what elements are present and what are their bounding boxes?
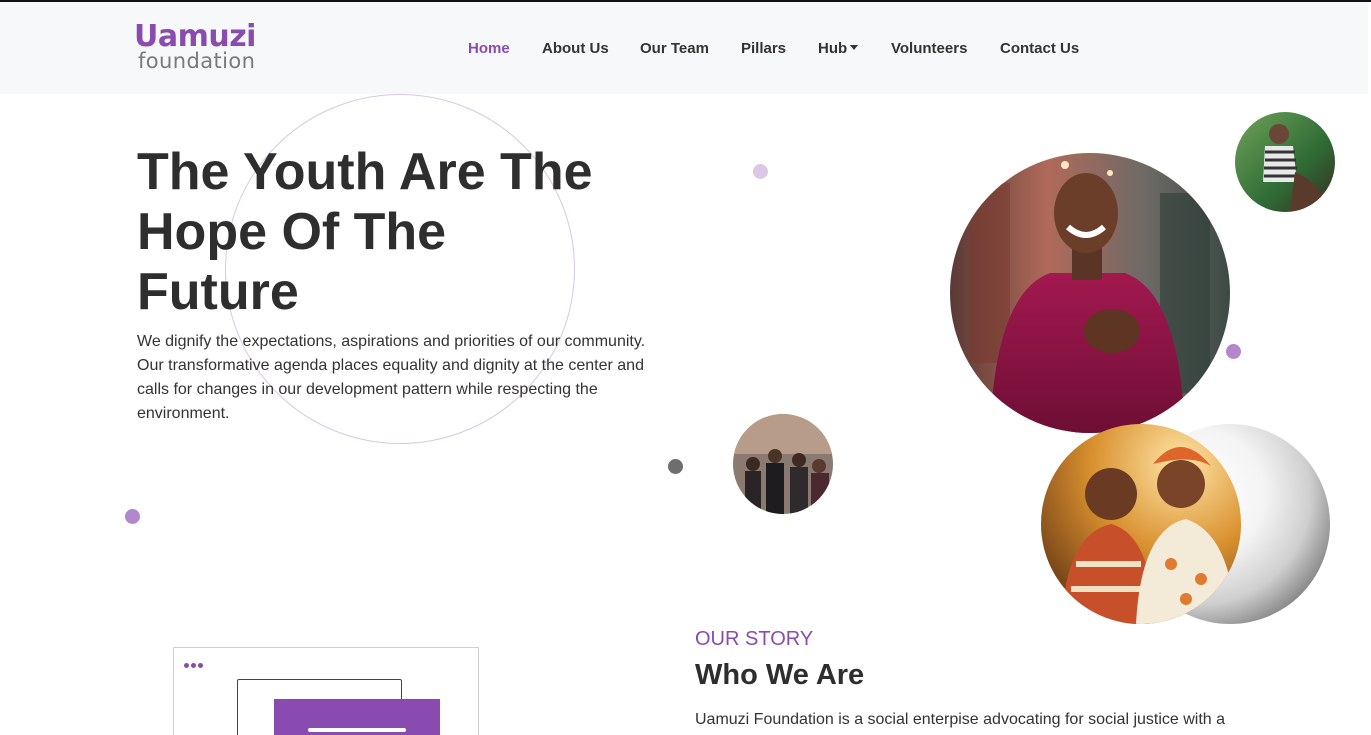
nav-about-us[interactable]: About Us	[542, 40, 609, 57]
window-dots-icon	[184, 655, 205, 673]
decorative-dot	[753, 164, 768, 179]
story-description: Uamuzi Foundation is a social enterpise …	[695, 711, 1226, 728]
nav-volunteers[interactable]: Volunteers	[891, 40, 967, 57]
illustration-line	[308, 728, 406, 732]
hero-description: We dignify the expectations, aspirations…	[137, 333, 646, 422]
smiling-man-photo	[950, 153, 1230, 433]
child-photo	[1235, 112, 1335, 212]
logo-wordmark: Uamuzi	[134, 19, 256, 54]
group-photo	[733, 414, 833, 514]
caret-down-icon	[850, 45, 859, 50]
story-kicker: OUR STORY	[695, 628, 814, 650]
logo[interactable]: Uamuzi foundation	[134, 22, 284, 76]
story-title: Who We Are	[695, 659, 865, 691]
navbar: Uamuzi foundation Home About Us Our Team…	[0, 2, 1368, 94]
nav-hub-dropdown[interactable]: Hub	[818, 40, 859, 58]
logo-subtitle: foundation	[138, 49, 256, 73]
nav-contact-us[interactable]: Contact Us	[1000, 40, 1079, 57]
hero-title: The Youth Are The Hope Of The Future	[137, 143, 593, 321]
decorative-dot	[1226, 344, 1241, 359]
nav-pillars[interactable]: Pillars	[741, 40, 786, 57]
nav-home[interactable]: Home	[468, 40, 510, 57]
nav-our-team[interactable]: Our Team	[640, 40, 709, 57]
nav-hub[interactable]: Hub	[818, 40, 847, 57]
decorative-dot	[125, 509, 140, 524]
illustration-browser-window	[173, 647, 479, 735]
decorative-dot	[668, 459, 683, 474]
two-women-photo	[1041, 424, 1241, 624]
